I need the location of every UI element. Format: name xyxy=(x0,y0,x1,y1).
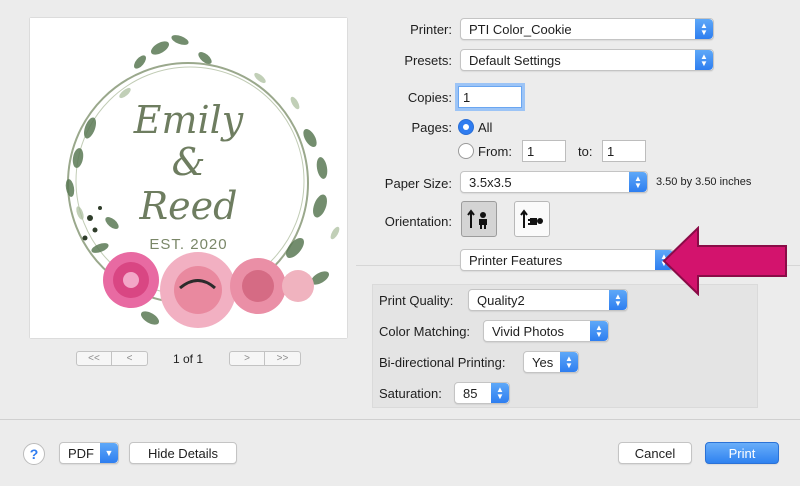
pages-from-field[interactable]: 1 xyxy=(522,140,566,162)
bidirectional-label: Bi-directional Printing: xyxy=(379,355,506,370)
print-button[interactable]: Print xyxy=(705,442,779,464)
paper-size-dimensions: 3.50 by 3.50 inches xyxy=(656,176,752,188)
print-quality-label: Print Quality: xyxy=(379,293,454,308)
paper-size-popup[interactable]: 3.5x3.5 ▲ ▼ xyxy=(460,171,648,193)
preview-name-2: Reed xyxy=(139,184,238,228)
popup-arrows-icon: ▲ ▼ xyxy=(560,352,578,372)
popup-arrows-icon: ▲ ▼ xyxy=(609,290,627,310)
pages-label: Pages: xyxy=(411,120,452,135)
landscape-orientation-button[interactable] xyxy=(514,201,550,237)
cancel-button[interactable]: Cancel xyxy=(618,442,692,464)
presets-popup[interactable]: Default Settings ▲ ▼ xyxy=(460,49,714,71)
popup-arrows-icon: ▲ ▼ xyxy=(695,19,713,39)
next-page-button[interactable]: > xyxy=(229,351,265,366)
preview-name-1: Emily xyxy=(133,98,244,142)
print-preview: Emily & Reed EST. 2020 xyxy=(30,18,347,338)
copies-field[interactable]: 1 xyxy=(458,86,522,108)
paper-size-label: Paper Size: xyxy=(384,176,452,191)
copies-label: Copies: xyxy=(407,90,452,105)
pointer-arrow-icon xyxy=(662,226,787,296)
help-button[interactable]: ? xyxy=(23,443,45,465)
pager-forward-group: > >> xyxy=(229,351,301,366)
color-matching-value: Vivid Photos xyxy=(492,323,565,339)
footer-separator xyxy=(0,419,800,420)
orientation-label: Orientation: xyxy=(384,214,452,229)
pages-from-label: From: xyxy=(478,144,512,159)
saturation-label: Saturation: xyxy=(379,386,442,401)
pdf-menu-button[interactable]: PDF ▼ xyxy=(59,442,119,464)
preview-established: EST. 2020 xyxy=(149,236,228,253)
printer-value: PTI Color_Cookie xyxy=(469,21,572,37)
saturation-value: 85 xyxy=(463,385,478,401)
popup-arrows-icon: ▲ ▼ xyxy=(491,383,509,403)
section-popup[interactable]: Printer Features ▲ ▼ xyxy=(460,249,674,271)
pages-range-radio[interactable] xyxy=(458,143,474,159)
landscape-orientation-icon xyxy=(520,209,543,228)
popup-arrows-icon: ▲ ▼ xyxy=(695,50,713,70)
first-page-button[interactable]: << xyxy=(76,351,112,366)
bidirectional-popup[interactable]: Yes ▲ ▼ xyxy=(523,351,579,373)
last-page-button[interactable]: >> xyxy=(265,351,301,366)
portrait-orientation-button[interactable] xyxy=(461,201,497,237)
chevron-down-icon: ▼ xyxy=(100,443,118,463)
saturation-popup[interactable]: 85 ▲ ▼ xyxy=(454,382,510,404)
previous-page-button[interactable]: < xyxy=(112,351,148,366)
pages-to-field[interactable]: 1 xyxy=(602,140,646,162)
pdf-label: PDF xyxy=(68,445,94,461)
presets-label: Presets: xyxy=(404,53,452,68)
section-value: Printer Features xyxy=(469,252,563,268)
presets-value: Default Settings xyxy=(469,52,561,68)
paper-size-value: 3.5x3.5 xyxy=(469,174,512,190)
print-quality-value: Quality2 xyxy=(477,292,525,308)
printer-popup[interactable]: PTI Color_Cookie ▲ ▼ xyxy=(460,18,714,40)
pager-back-group: << < xyxy=(76,351,148,366)
popup-arrows-icon: ▲ ▼ xyxy=(629,172,647,192)
color-matching-popup[interactable]: Vivid Photos ▲ ▼ xyxy=(483,320,609,342)
popup-arrows-icon: ▲ ▼ xyxy=(590,321,608,341)
page-indicator: 1 of 1 xyxy=(172,352,204,366)
bidirectional-value: Yes xyxy=(532,354,554,370)
print-quality-popup[interactable]: Quality2 ▲ ▼ xyxy=(468,289,628,311)
pages-all-radio[interactable] xyxy=(458,119,474,135)
hide-details-button[interactable]: Hide Details xyxy=(129,442,237,464)
preview-ampersand: & xyxy=(171,140,206,184)
color-matching-label: Color Matching: xyxy=(379,324,471,339)
printer-label: Printer: xyxy=(410,22,452,37)
pages-all-label: All xyxy=(478,120,493,135)
pages-to-label: to: xyxy=(578,144,593,159)
portrait-orientation-icon xyxy=(467,209,487,229)
